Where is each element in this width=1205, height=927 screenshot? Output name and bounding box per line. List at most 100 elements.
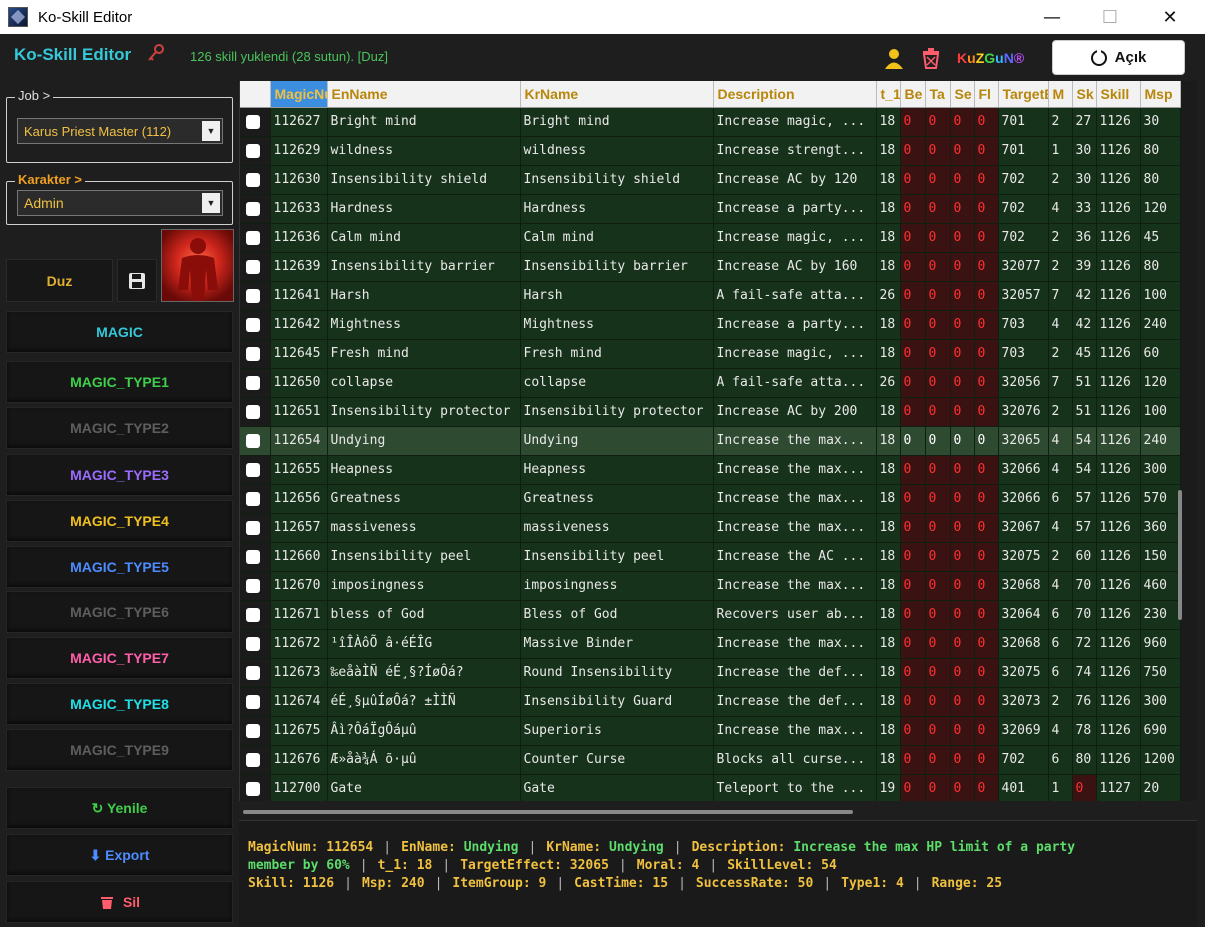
vertical-scrollbar[interactable] bbox=[1178, 490, 1182, 620]
cell-se[interactable]: 0 bbox=[950, 165, 975, 195]
cell-targeteffect[interactable]: 702 bbox=[998, 165, 1049, 195]
cell-se[interactable]: 0 bbox=[950, 687, 975, 717]
cell-fl[interactable]: 0 bbox=[974, 455, 999, 485]
cell-msp[interactable]: 80 bbox=[1140, 252, 1181, 282]
cell-msp[interactable]: 120 bbox=[1140, 368, 1181, 398]
cell-m[interactable]: 1 bbox=[1048, 774, 1073, 801]
table-row[interactable]: 112654 Undying Undying Increase the max... 1… bbox=[240, 426, 1181, 456]
column-header-be[interactable]: Be bbox=[900, 81, 926, 108]
cell-be[interactable]: 0 bbox=[900, 165, 926, 195]
cell-msp[interactable]: 150 bbox=[1140, 542, 1181, 572]
cell-sk[interactable]: 51 bbox=[1072, 397, 1097, 427]
cell-m[interactable]: 2 bbox=[1048, 687, 1073, 717]
row-checkbox[interactable] bbox=[240, 600, 271, 630]
cell-m[interactable]: 6 bbox=[1048, 745, 1073, 775]
cell-enname[interactable]: Gate bbox=[327, 774, 521, 801]
cell-sk[interactable]: 78 bbox=[1072, 716, 1097, 746]
cell-magicnum[interactable]: 112672 bbox=[270, 629, 328, 659]
cell-t-1[interactable]: 18 bbox=[876, 310, 901, 340]
cell-magicnum[interactable]: 112636 bbox=[270, 223, 328, 253]
cell-t-1[interactable]: 18 bbox=[876, 484, 901, 514]
cell-msp[interactable]: 460 bbox=[1140, 571, 1181, 601]
cell-targeteffect[interactable]: 701 bbox=[998, 107, 1049, 137]
cell-krname[interactable]: wildness bbox=[520, 136, 714, 166]
column-header-description[interactable]: Description bbox=[713, 81, 877, 108]
cell-enname[interactable]: Insensibility barrier bbox=[327, 252, 521, 282]
cell-fl[interactable]: 0 bbox=[974, 774, 999, 801]
cell-description[interactable]: Increase magic, ... bbox=[713, 107, 877, 137]
cell-msp[interactable]: 20 bbox=[1140, 774, 1181, 801]
cell-enname[interactable]: Bright mind bbox=[327, 107, 521, 137]
cell-magicnum[interactable]: 112639 bbox=[270, 252, 328, 282]
cell-sk[interactable]: 54 bbox=[1072, 455, 1097, 485]
cell-ta[interactable]: 0 bbox=[925, 397, 951, 427]
cell-be[interactable]: 0 bbox=[900, 745, 926, 775]
cell-description[interactable]: Increase strengt... bbox=[713, 136, 877, 166]
table-row[interactable]: 112636 Calm mind Calm mind Increase magic, … bbox=[240, 223, 1181, 253]
cell-skill[interactable]: 1126 bbox=[1096, 542, 1141, 572]
row-checkbox[interactable] bbox=[240, 716, 271, 746]
cell-msp[interactable]: 120 bbox=[1140, 194, 1181, 224]
cell-skill[interactable]: 1126 bbox=[1096, 571, 1141, 601]
cell-fl[interactable]: 0 bbox=[974, 107, 999, 137]
cell-ta[interactable]: 0 bbox=[925, 687, 951, 717]
row-checkbox[interactable] bbox=[240, 513, 271, 543]
cell-fl[interactable]: 0 bbox=[974, 310, 999, 340]
cell-krname[interactable]: Undying bbox=[520, 426, 714, 456]
cell-sk[interactable]: 72 bbox=[1072, 629, 1097, 659]
cell-magicnum[interactable]: 112651 bbox=[270, 397, 328, 427]
column-header-krname[interactable]: KrName bbox=[520, 81, 714, 108]
cell-magicnum[interactable]: 112673 bbox=[270, 658, 328, 688]
table-row[interactable]: 112660 Insensibility peel Insensibility pe… bbox=[240, 542, 1181, 572]
cell-krname[interactable]: Insensibility peel bbox=[520, 542, 714, 572]
cell-targeteffect[interactable]: 32066 bbox=[998, 484, 1049, 514]
cell-m[interactable]: 7 bbox=[1048, 281, 1073, 311]
cell-sk[interactable]: 39 bbox=[1072, 252, 1097, 282]
table-row[interactable]: 112642 Mightness Mightness Increase a party… bbox=[240, 310, 1181, 340]
row-checkbox[interactable] bbox=[240, 107, 271, 137]
cell-description[interactable]: Increase magic, ... bbox=[713, 223, 877, 253]
cell-be[interactable]: 0 bbox=[900, 223, 926, 253]
cell-msp[interactable]: 100 bbox=[1140, 281, 1181, 311]
cell-be[interactable]: 0 bbox=[900, 426, 926, 456]
cell-ta[interactable]: 0 bbox=[925, 774, 951, 801]
cell-t-1[interactable]: 18 bbox=[876, 397, 901, 427]
cell-description[interactable]: Increase the def... bbox=[713, 658, 877, 688]
row-checkbox[interactable] bbox=[240, 629, 271, 659]
row-checkbox[interactable] bbox=[240, 310, 271, 340]
table-row[interactable]: 112633 Hardness Hardness Increase a party..… bbox=[240, 194, 1181, 224]
magic-button-magic-type1[interactable]: MAGIC_TYPE1 bbox=[6, 361, 233, 403]
row-checkbox[interactable] bbox=[240, 136, 271, 166]
cell-skill[interactable]: 1127 bbox=[1096, 774, 1141, 801]
cell-be[interactable]: 0 bbox=[900, 542, 926, 572]
cell-krname[interactable]: Heapness bbox=[520, 455, 714, 485]
cell-magicnum[interactable]: 112654 bbox=[270, 426, 328, 456]
table-row[interactable]: 112629 wildness wildness Increase strengt..… bbox=[240, 136, 1181, 166]
table-row[interactable]: 112655 Heapness Heapness Increase the max..… bbox=[240, 455, 1181, 485]
cell-m[interactable]: 6 bbox=[1048, 600, 1073, 630]
cell-magicnum[interactable]: 112657 bbox=[270, 513, 328, 543]
cell-enname[interactable]: Calm mind bbox=[327, 223, 521, 253]
cell-enname[interactable]: Insensibility peel bbox=[327, 542, 521, 572]
cell-targeteffect[interactable]: 32066 bbox=[998, 455, 1049, 485]
cell-skill[interactable]: 1126 bbox=[1096, 107, 1141, 137]
table-row[interactable]: 112676 Æ»åà¾Á õ·µû Counter Curse Blocks all… bbox=[240, 745, 1181, 775]
cell-targeteffect[interactable]: 32076 bbox=[998, 397, 1049, 427]
cell-msp[interactable]: 570 bbox=[1140, 484, 1181, 514]
cell-krname[interactable]: Insensibility barrier bbox=[520, 252, 714, 282]
cell-skill[interactable]: 1126 bbox=[1096, 339, 1141, 369]
cell-be[interactable]: 0 bbox=[900, 687, 926, 717]
cell-m[interactable]: 4 bbox=[1048, 310, 1073, 340]
cell-skill[interactable]: 1126 bbox=[1096, 310, 1141, 340]
cell-be[interactable]: 0 bbox=[900, 658, 926, 688]
cell-ta[interactable]: 0 bbox=[925, 339, 951, 369]
cell-enname[interactable]: collapse bbox=[327, 368, 521, 398]
cell-description[interactable]: Increase the def... bbox=[713, 687, 877, 717]
table-row[interactable]: 112639 Insensibility barrier Insensibility… bbox=[240, 252, 1181, 282]
cell-se[interactable]: 0 bbox=[950, 745, 975, 775]
cell-se[interactable]: 0 bbox=[950, 600, 975, 630]
cell-sk[interactable]: 27 bbox=[1072, 107, 1097, 137]
cell-se[interactable]: 0 bbox=[950, 484, 975, 514]
cell-msp[interactable]: 230 bbox=[1140, 600, 1181, 630]
cell-sk[interactable]: 60 bbox=[1072, 542, 1097, 572]
